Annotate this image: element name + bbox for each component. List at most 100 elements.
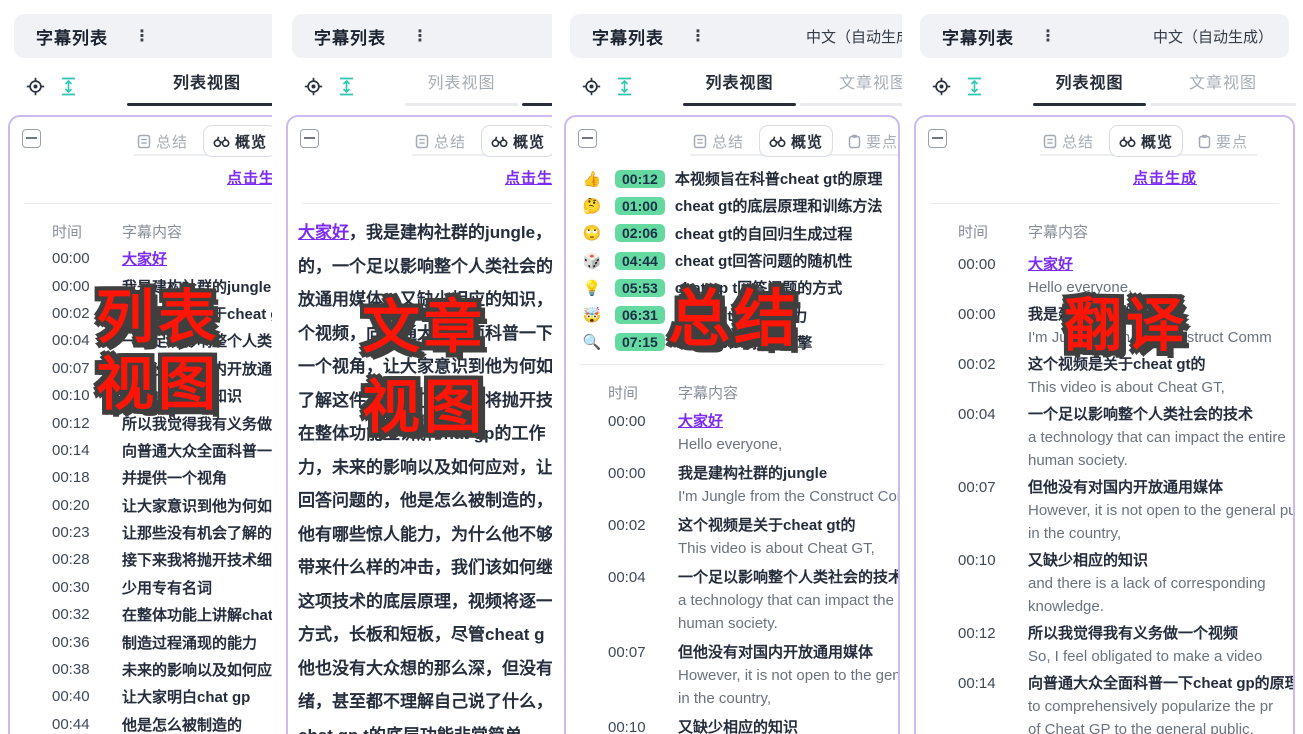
subtitle-card: 总结 概览 要点 点击生成 时间 (8, 115, 272, 734)
translation-text: in the country, (1028, 522, 1295, 545)
collapse-button[interactable] (928, 129, 947, 148)
subtitle-row[interactable]: 00:36制造过程涌现的能力 (10, 628, 272, 655)
locate-icon[interactable] (26, 77, 45, 96)
subtitle-rows: 00:00大家好Hello everyone, 00:00我是建构社群的jungl… (566, 410, 898, 734)
subtitle-link[interactable]: 大家好 (298, 223, 349, 242)
timestamp-badge[interactable]: 04:44 (615, 252, 665, 270)
subtitle-row[interactable]: 00:14向普通大众全面科普一下cheat gp的原理to comprehens… (916, 672, 1293, 734)
subtitle-row[interactable]: 00:07但他没有对国内开放通用媒体However, it is not ope… (566, 641, 898, 710)
subtitle-cell: 但他没有对国内开放通用媒体However, it is not open to … (678, 641, 900, 710)
subtitle-row[interactable]: 00:04一个足以影响整个人类社会的技术a technology that ca… (916, 403, 1293, 472)
kebab-menu-icon[interactable]: ⋮ (134, 26, 150, 46)
collapse-button[interactable] (22, 129, 41, 148)
kebab-menu-icon[interactable]: ⋮ (1040, 26, 1056, 46)
tab-article-view[interactable]: 文章视图 (800, 68, 902, 106)
subtitle-row[interactable]: 00:38未来的影响以及如何应对 (10, 656, 272, 683)
subtitle-row[interactable]: 00:28接下来我将抛开技术细节 (10, 546, 272, 573)
tab-overview[interactable]: 概览 (759, 125, 833, 157)
translation-text: This video is about Cheat GT, (1028, 376, 1225, 399)
expand-vertical-icon[interactable] (616, 77, 633, 96)
tab-article-view[interactable]: 文章视图 (1150, 68, 1296, 106)
subtitle-row[interactable]: 00:44他是怎么被制造的 (10, 711, 272, 734)
subtitle-row[interactable]: 00:14向普通大众全面科普一下cheat gp (10, 437, 272, 464)
tab-list-view[interactable]: 列表视图 (405, 68, 518, 106)
subtitle-row[interactable]: 00:10又缺少相应的知识and there is a lack of corr… (566, 716, 898, 734)
subtitle-cell: 又缺少相应的知识and there is a lack of correspon… (1028, 549, 1266, 618)
subtitle-row[interactable]: 00:00大家好Hello everyone, (566, 410, 898, 456)
tab-summary[interactable]: 总结 (1034, 126, 1103, 156)
expand-vertical-icon[interactable] (60, 77, 77, 96)
subtitle-row[interactable]: 00:00我是建构社群的jungleI'm Jungle from the Co… (566, 462, 898, 508)
translation-text: So, I feel obligated to make a video (1028, 645, 1262, 668)
panel-title: 字幕列表 (314, 24, 386, 49)
overview-item[interactable]: 🙄02:06cheat gt的自回归生成过程 (566, 220, 898, 247)
tab-summary[interactable]: 总结 (128, 126, 197, 156)
tab-overview[interactable]: 概览 (1109, 125, 1183, 157)
timestamp-badge[interactable]: 00:12 (615, 170, 665, 188)
locate-icon[interactable] (582, 77, 601, 96)
expand-vertical-icon[interactable] (338, 77, 355, 96)
subtitle-row[interactable]: 00:32在整体功能上讲解chat gp的工作 (10, 601, 272, 628)
tab-keypoints[interactable]: 要点 (1189, 126, 1257, 156)
subtitle-row[interactable]: 00:40让大家明白chat gp (10, 683, 272, 710)
timestamp: 00:38 (52, 661, 110, 678)
subtitle-row[interactable]: 00:12所以我觉得我有义务做一个视频So, I feel obligated … (916, 622, 1293, 668)
timestamp: 00:32 (52, 606, 110, 623)
tab-keypoints[interactable]: 要点 (839, 126, 900, 156)
clipboard-icon (848, 134, 861, 149)
timestamp-badge[interactable]: 01:00 (615, 197, 665, 215)
generate-link[interactable]: 点击生成 (227, 167, 272, 188)
tab-overview[interactable]: 概览 (481, 125, 552, 157)
timestamp: 00:02 (958, 353, 1016, 399)
tab-list-view[interactable]: 列表视图 (683, 68, 796, 106)
subtitle-row[interactable]: 00:04一个足以影响整个人类社会的技术a technology that ca… (566, 566, 898, 635)
tab-overview[interactable]: 概览 (203, 125, 272, 157)
tab-list-view[interactable]: 列表视图 (1033, 68, 1146, 106)
tab-summary[interactable]: 总结 (406, 126, 475, 156)
expand-vertical-icon[interactable] (966, 77, 983, 96)
subtitle-row[interactable]: 00:20让大家意识到他为何如此强大 (10, 492, 272, 519)
translation-text: human society. (1028, 449, 1286, 472)
translation-text: knowledge. (1028, 595, 1266, 618)
subtitle-list-header: 字幕列表 ⋮ (14, 14, 272, 58)
timestamp: 00:07 (608, 641, 666, 710)
generate-link[interactable]: 点击生成 (1133, 167, 1197, 188)
kebab-menu-icon[interactable]: ⋮ (690, 26, 706, 46)
overview-item[interactable]: 🤔01:00cheat gt的底层原理和训练方法 (566, 192, 898, 219)
subtitle-row[interactable]: 00:00大家好 (10, 245, 272, 272)
game-die-emoji: 🎲 (580, 252, 604, 270)
timestamp-badge[interactable]: 02:06 (615, 224, 665, 242)
document-icon (693, 134, 707, 149)
timestamp-badge[interactable]: 07:15 (615, 333, 665, 351)
subtitle-row[interactable]: 00:02这个视频是关于cheat gt的This video is about… (566, 514, 898, 560)
subtitle-row[interactable]: 00:23让那些没有机会了解的人了解 (10, 519, 272, 546)
subtitle-row[interactable]: 00:02这个视频是关于cheat gt的This video is about… (916, 353, 1293, 399)
overview-item[interactable]: 🎲04:44cheat gt回答问题的随机性 (566, 247, 898, 274)
subtitle-link[interactable]: 大家好 (678, 410, 782, 433)
overview-item[interactable]: 👍00:12本视频旨在科普cheat gt的原理 (566, 165, 898, 192)
article-line: 的，一个足以影响整个人类社会的 (298, 250, 552, 284)
subtitle-link[interactable]: 大家好 (122, 248, 167, 269)
panel-title: 字幕列表 (36, 24, 108, 49)
language-label: 中文（自动生成） (806, 26, 902, 47)
subtitle-link[interactable]: 大家好 (1028, 253, 1132, 276)
subtitle-row[interactable]: 00:30少用专有名词 (10, 574, 272, 601)
kebab-menu-icon[interactable]: ⋮ (412, 26, 428, 46)
generate-link[interactable]: 点击生成 (505, 167, 552, 188)
subtitle-row[interactable]: 00:07但他没有对国内开放通用媒体However, it is not ope… (916, 476, 1293, 545)
timestamp-badge[interactable]: 06:31 (615, 306, 665, 324)
collapse-button[interactable] (300, 129, 319, 148)
timestamp: 00:07 (958, 476, 1016, 545)
subtitle-row[interactable]: 00:10又缺少相应的知识and there is a lack of corr… (916, 549, 1293, 618)
article-line: 大家好，我是建构社群的jungle， (298, 216, 552, 250)
tab-list-view[interactable]: 列表视图 (127, 68, 272, 106)
timestamp-badge[interactable]: 05:53 (615, 279, 665, 297)
overlay-label-list-view: 列表视图 (96, 284, 220, 418)
timestamp: 00:14 (958, 672, 1016, 734)
tab-article-view[interactable]: 文章视图 (522, 68, 552, 106)
tab-summary[interactable]: 总结 (684, 126, 753, 156)
locate-icon[interactable] (304, 77, 323, 96)
locate-icon[interactable] (932, 77, 951, 96)
subtitle-row[interactable]: 00:18并提供一个视角 (10, 464, 272, 491)
collapse-button[interactable] (578, 129, 597, 148)
